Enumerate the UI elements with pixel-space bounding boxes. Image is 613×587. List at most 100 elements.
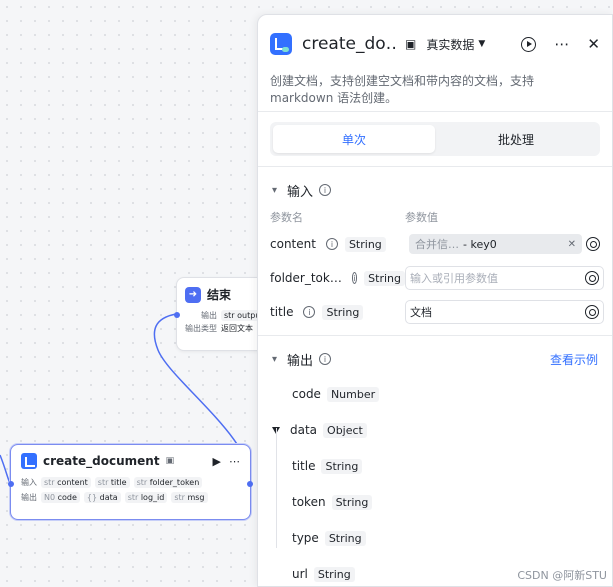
param-type: String [322, 304, 364, 320]
output-section-title: 输出 [287, 353, 314, 369]
field-type: String [313, 566, 355, 582]
settings-icon[interactable] [585, 305, 599, 319]
run-icon[interactable] [521, 36, 537, 52]
chevron-down-icon[interactable]: ▾ [272, 185, 277, 196]
info-icon[interactable]: i [351, 272, 358, 284]
param-column-headers: 参数名 参数值 [258, 207, 612, 227]
tab-batch[interactable]: 批处理 [435, 125, 597, 153]
workflow-editor: { "canvas": { "end_node": { "title": "结束… [0, 0, 613, 587]
param-value-content[interactable]: 合并信… - key0 ✕ [405, 232, 604, 256]
clear-icon[interactable]: ✕ [568, 239, 576, 250]
watermark: CSDN @阿新STU [517, 569, 607, 582]
input-chip: str content [41, 477, 91, 488]
field-name: code [292, 387, 321, 401]
input-section-header[interactable]: ▾ 输入 i [258, 173, 612, 207]
panel-header: create_do… ▣ 真实数据 ▼ ⋯ ✕ [258, 15, 612, 73]
output-child-field: type String [272, 520, 612, 556]
info-icon[interactable]: i [325, 238, 338, 250]
tab-single[interactable]: 单次 [273, 125, 435, 153]
output-chip: str log_id [124, 492, 168, 503]
exit-icon: ➜ [185, 286, 201, 303]
tree-guide [276, 428, 277, 548]
output-section-header[interactable]: ▾ 输出 i 查看示例 [258, 342, 612, 376]
param-name: folder_tok… [270, 271, 342, 285]
node-inputs-row: 输入 str content str title str folder_toke… [11, 475, 250, 490]
create-node-title: create_document [43, 454, 160, 468]
input-placeholder: 输入或引用参数值 [410, 272, 498, 285]
create-output-port[interactable] [247, 481, 253, 487]
end-output-type-label: 输出类型 [185, 324, 217, 333]
col-param-value: 参数值 [405, 211, 438, 224]
view-example-link[interactable]: 查看示例 [550, 351, 598, 368]
param-type: String [344, 236, 386, 252]
mode-dropdown[interactable]: 真实数据 ▼ [426, 36, 485, 53]
output-chip: {} data [83, 492, 121, 503]
edge-incoming [0, 454, 11, 484]
field-type: String [321, 458, 363, 474]
param-type: String [364, 270, 405, 286]
field-type: String [331, 494, 373, 510]
end-output-label: 输出 [201, 311, 217, 320]
divider [258, 111, 612, 112]
info-icon[interactable]: i [319, 353, 332, 365]
info-icon[interactable]: i [319, 184, 332, 196]
col-param-name: 参数名 [270, 211, 303, 224]
more-icon[interactable]: ⋯ [229, 455, 240, 468]
info-icon[interactable]: i [303, 306, 316, 318]
output-chip: str msg [171, 492, 208, 503]
field-name: type [292, 531, 319, 545]
output-child-field: title String [272, 448, 612, 484]
mode-label: 真实数据 [426, 37, 475, 52]
title-input[interactable]: 文档 [405, 300, 604, 324]
param-name: title [270, 305, 294, 319]
close-icon[interactable]: ✕ [587, 35, 600, 53]
field-type: Number [326, 386, 380, 402]
outputs-label: 输出 [21, 493, 37, 502]
input-chip: str folder_token [133, 477, 203, 488]
document-icon [21, 453, 37, 469]
panel-description: 创建文档，支持创建空文档和带内容的文档，支持 markdown 语法创建。 [270, 74, 535, 105]
inputs-label: 输入 [21, 478, 37, 487]
param-row-title: title i String 文档 [258, 295, 612, 329]
output-child-field: token String [272, 484, 612, 520]
data-source-icon: ▣ [405, 37, 417, 51]
create-document-node[interactable]: create_document ▣ ▶ ⋯ 输入 str content str… [8, 444, 253, 520]
end-input-port[interactable] [174, 312, 180, 318]
field-name: title [292, 459, 316, 473]
settings-icon[interactable] [586, 237, 600, 251]
param-row-folder-token: folder_tok… i String 输入或引用参数值 [258, 261, 612, 295]
panel-title[interactable]: create_do… [302, 34, 397, 54]
output-field: code Number [272, 376, 612, 412]
divider [258, 335, 612, 336]
field-type: String [324, 530, 366, 546]
field-name: token [292, 495, 326, 509]
param-name: content [270, 237, 316, 251]
field-name: url [292, 567, 308, 581]
caret-down-icon: ▼ [478, 39, 486, 49]
end-output-type-value: 返回文本 [221, 324, 253, 333]
settings-icon[interactable] [585, 271, 599, 285]
run-node-icon[interactable]: ▶ [213, 455, 221, 468]
field-type: Object [323, 422, 367, 438]
document-app-icon [270, 33, 292, 55]
output-tree: code Number data Object title String tok… [258, 376, 612, 586]
input-section-title: 输入 [287, 184, 314, 200]
node-config-panel: create_do… ▣ 真实数据 ▼ ⋯ ✕ 创建文档，支持创建空文档和带内容… [257, 14, 613, 587]
output-field-data[interactable]: data Object [272, 412, 612, 448]
output-chip: N0 code [41, 492, 80, 503]
more-icon[interactable]: ⋯ [554, 35, 569, 53]
ref-key: - key0 [463, 237, 497, 251]
ref-source: 合并信… [415, 238, 459, 251]
divider [258, 166, 612, 167]
field-name: data [290, 423, 318, 437]
input-value: 文档 [410, 306, 432, 319]
run-mode-tabs: 单次 批处理 [270, 122, 600, 156]
chevron-down-icon[interactable]: ▾ [272, 354, 277, 365]
node-outputs-row: 输出 N0 code {} data str log_id str msg [11, 490, 250, 505]
end-node-title: 结束 [207, 288, 232, 302]
reference-chip[interactable]: 合并信… - key0 ✕ [409, 234, 582, 254]
folder-token-input[interactable]: 输入或引用参数值 [405, 266, 604, 290]
input-chip: str title [94, 477, 130, 488]
data-source-icon: ▣ [165, 456, 175, 466]
create-input-port[interactable] [8, 481, 14, 487]
